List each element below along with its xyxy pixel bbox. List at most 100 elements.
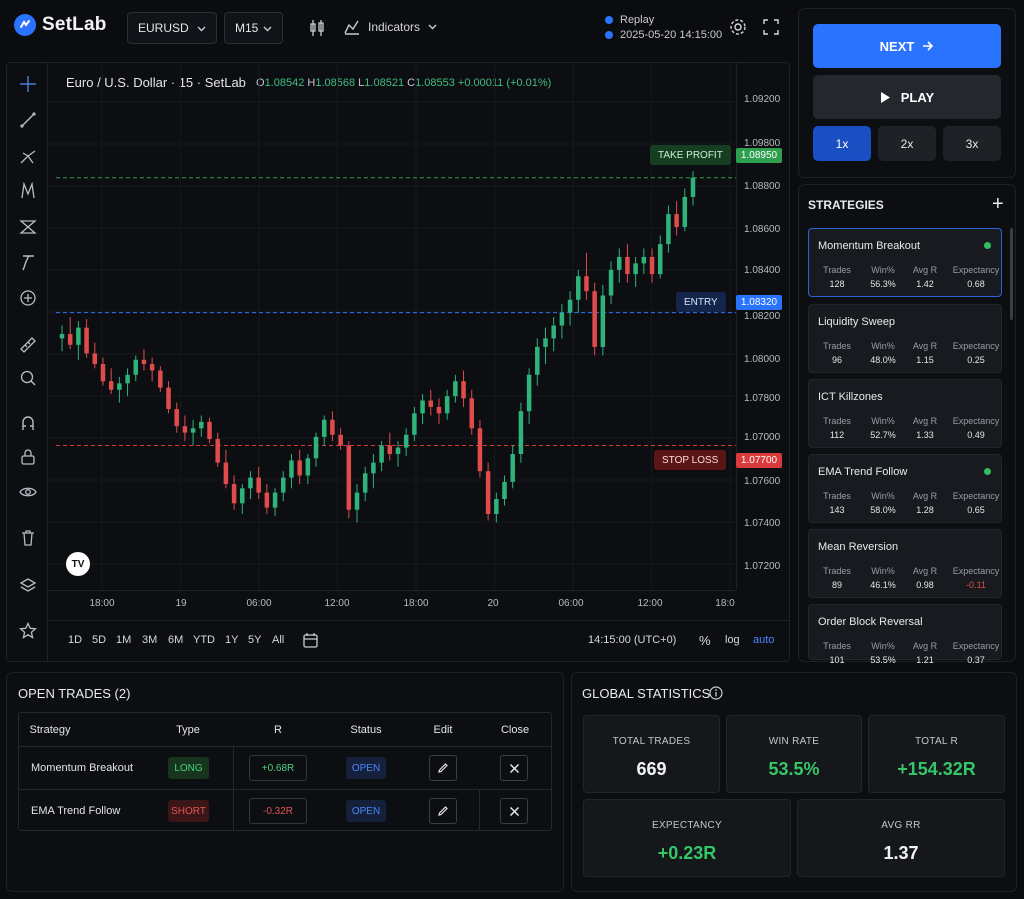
candle-type-button[interactable] xyxy=(309,19,325,40)
speed-2x-button[interactable]: 2x xyxy=(878,126,936,161)
crosshair-icon[interactable] xyxy=(17,73,39,95)
take-profit-tag[interactable]: TAKE PROFIT xyxy=(650,145,731,165)
edit-trade-button[interactable] xyxy=(429,755,457,781)
time-axis[interactable] xyxy=(48,590,736,616)
col-header-type[interactable]: Type xyxy=(176,724,200,736)
add-circle-icon[interactable] xyxy=(17,287,39,309)
info-icon[interactable] xyxy=(709,686,723,703)
strategy-card[interactable]: ICT Killzones Trades Win% Avg R Expectancy 11… xyxy=(808,379,1002,448)
lock-icon[interactable] xyxy=(17,446,39,468)
strategy-card[interactable]: Mean Reversion Trades Win% Avg R Expectancy 8… xyxy=(808,529,1002,598)
col-header-close[interactable]: Close xyxy=(501,724,529,736)
stat-value: 101 xyxy=(829,655,845,665)
brush-icon[interactable] xyxy=(17,252,39,274)
date-range-button[interactable] xyxy=(303,632,318,651)
visibility-icon[interactable] xyxy=(17,481,39,503)
trendline-icon[interactable] xyxy=(17,109,39,131)
strategy-card[interactable]: EMA Trend Follow Trades Win% Avg R Expectanc… xyxy=(808,454,1002,523)
close-icon xyxy=(509,806,519,816)
strategy-name: Liquidity Sweep xyxy=(818,316,896,328)
stat-header: Expectancy xyxy=(952,265,1000,275)
trash-icon[interactable] xyxy=(17,527,39,549)
star-icon[interactable] xyxy=(17,620,39,642)
strategies-title: STRATEGIES xyxy=(808,198,884,212)
range-button-1m[interactable]: 1M xyxy=(116,634,131,646)
range-button-1d[interactable]: 1D xyxy=(68,634,82,646)
settings-button[interactable] xyxy=(729,18,747,39)
candle xyxy=(190,419,196,446)
price-tick-label: 1.08000 xyxy=(744,354,781,365)
candle xyxy=(207,417,212,444)
price-tick-label: 1.07600 xyxy=(744,476,781,487)
range-button-6m[interactable]: 6M xyxy=(168,634,183,646)
candle xyxy=(108,368,114,395)
speed-1x-button[interactable]: 1x xyxy=(813,126,871,161)
stat-header: Win% xyxy=(871,566,895,576)
close-trade-button[interactable] xyxy=(500,755,528,781)
zoom-icon[interactable] xyxy=(17,367,39,389)
play-label: PLAY xyxy=(900,89,935,105)
col-header-strategy[interactable]: Strategy xyxy=(30,724,71,736)
candle xyxy=(428,389,434,416)
candle xyxy=(616,248,622,283)
tradingview-logo-icon[interactable]: TV xyxy=(66,552,90,576)
stat-header: Expectancy xyxy=(952,416,1000,426)
chart-bottom-divider xyxy=(48,620,790,621)
strategy-card[interactable]: Liquidity Sweep Trades Win% Avg R Expectancy… xyxy=(808,304,1002,373)
col-divider xyxy=(479,789,480,831)
percent-scale-toggle[interactable]: % xyxy=(699,633,711,648)
ruler-icon[interactable] xyxy=(17,334,39,356)
candle xyxy=(67,316,73,350)
stat-header: Expectancy xyxy=(952,341,1000,351)
add-strategy-button[interactable]: + xyxy=(992,193,1004,216)
time-tick-label: 12:00 xyxy=(324,598,350,609)
speed-3x-button[interactable]: 3x xyxy=(943,126,1001,161)
stat-value: 53.5% xyxy=(768,759,820,779)
range-button-3m[interactable]: 3M xyxy=(142,634,157,646)
fullscreen-button[interactable] xyxy=(763,19,779,38)
strategy-stats: Trades Win% Avg R Expectancy 143 58.0% 1.28 0.6… xyxy=(809,489,1001,517)
candle xyxy=(281,471,286,502)
trade-status-badge: OPEN xyxy=(346,800,386,822)
symbol-select[interactable]: EURUSD xyxy=(127,12,217,44)
indicators-button[interactable]: Indicators xyxy=(344,19,437,35)
range-button-5y[interactable]: 5Y xyxy=(248,634,261,646)
candlestick-chart[interactable] xyxy=(48,62,736,590)
pitchfork-icon[interactable] xyxy=(17,145,39,167)
entry-tag[interactable]: ENTRY xyxy=(676,292,726,312)
timeframe-select[interactable]: M15 xyxy=(224,12,283,44)
col-header-edit[interactable]: Edit xyxy=(434,724,453,736)
close-trade-button[interactable] xyxy=(500,798,528,824)
log-scale-toggle[interactable]: log xyxy=(725,634,740,646)
candle xyxy=(518,402,524,463)
strategy-card[interactable]: Momentum Breakout Trades Win% Avg R Expectan… xyxy=(808,228,1002,297)
app-logo[interactable]: SetLab xyxy=(14,14,107,36)
stat-value: 46.1% xyxy=(870,580,896,590)
stop-loss-tag[interactable]: STOP LOSS xyxy=(654,450,727,470)
range-button-1y[interactable]: 1Y xyxy=(225,634,238,646)
trade-type-badge: SHORT xyxy=(168,800,209,822)
range-button-all[interactable]: All xyxy=(272,634,284,646)
price-tick-label: 1.07800 xyxy=(744,393,781,404)
gear-icon xyxy=(730,19,746,35)
chevron-down-icon xyxy=(428,24,437,30)
candle xyxy=(240,484,245,515)
play-button[interactable]: PLAY xyxy=(813,75,1001,119)
range-button-5d[interactable]: 5D xyxy=(92,634,106,646)
stat-header: Trades xyxy=(823,265,851,275)
magnet-icon[interactable] xyxy=(17,412,39,434)
col-header-status[interactable]: Status xyxy=(350,724,381,736)
xabcd-pattern-icon[interactable] xyxy=(17,180,39,202)
stop-loss-price: 1.07700 xyxy=(736,453,782,468)
range-button-ytd[interactable]: YTD xyxy=(193,634,215,646)
col-header-r[interactable]: R xyxy=(274,724,282,736)
take-profit-price: 1.08950 xyxy=(736,148,782,163)
next-button[interactable]: NEXT xyxy=(813,24,1001,68)
pattern-icon[interactable] xyxy=(17,216,39,238)
auto-scale-toggle[interactable]: auto xyxy=(753,634,774,646)
layers-icon[interactable] xyxy=(17,575,39,597)
chart-clock[interactable]: 14:15:00 (UTC+0) xyxy=(588,634,676,646)
strategies-scrollbar[interactable] xyxy=(1010,228,1013,320)
edit-trade-button[interactable] xyxy=(429,798,457,824)
strategy-card[interactable]: Order Block Reversal Trades Win% Avg R Expec… xyxy=(808,604,1002,665)
